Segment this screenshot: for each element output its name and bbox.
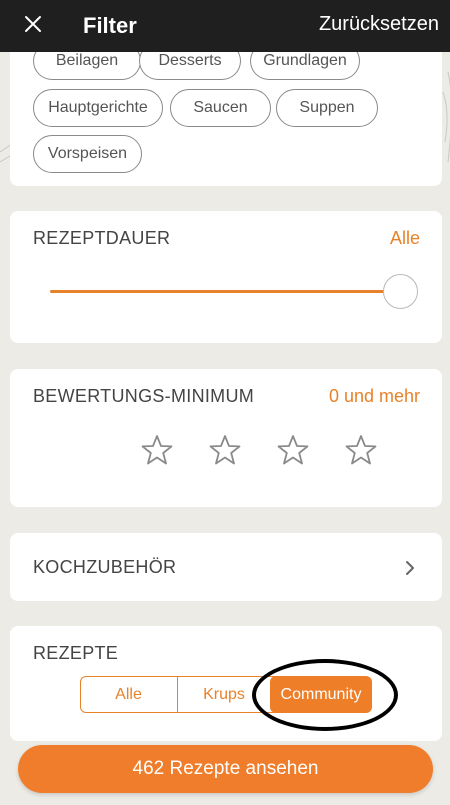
reset-button[interactable]: Zurücksetzen — [319, 13, 439, 36]
star-outline-icon[interactable] — [208, 433, 242, 467]
equipment-row[interactable]: KOCHZUBEHÖR — [10, 533, 442, 601]
chip-hauptgerichte[interactable]: Hauptgerichte — [33, 89, 163, 127]
duration-slider-track[interactable] — [50, 290, 390, 293]
close-icon[interactable] — [22, 13, 44, 35]
highlight-circle — [252, 659, 398, 731]
recipes-card: REZEPTE Alle Krups Community — [10, 626, 442, 741]
equipment-label: KOCHZUBEHÖR — [33, 557, 177, 577]
star-outline-icon[interactable] — [344, 433, 378, 467]
top-bar: Filter Zurücksetzen — [0, 0, 450, 52]
segment-alle[interactable]: Alle — [80, 676, 177, 713]
rating-card: BEWERTUNGS-MINIMUM 0 und mehr — [10, 369, 442, 507]
duration-value: Alle — [389, 228, 420, 248]
duration-label: REZEPTDAUER — [33, 228, 171, 248]
duration-card: REZEPTDAUER Alle — [10, 211, 442, 343]
recipes-label: REZEPTE — [33, 643, 119, 663]
chip-suppen[interactable]: Suppen — [276, 89, 378, 127]
category-card: Beilagen Desserts Grundlagen Hauptgerich… — [10, 40, 442, 186]
duration-slider-thumb[interactable] — [383, 274, 418, 309]
page-title: Filter — [83, 13, 137, 38]
star-outline-icon[interactable] — [276, 433, 310, 467]
chip-saucen[interactable]: Saucen — [170, 89, 271, 127]
rating-label: BEWERTUNGS-MINIMUM — [33, 386, 255, 406]
show-recipes-button[interactable]: 462 Rezepte ansehen — [18, 745, 433, 793]
chevron-right-icon — [406, 561, 414, 575]
star-outline-icon[interactable] — [140, 433, 174, 467]
chip-vorspeisen[interactable]: Vorspeisen — [33, 135, 142, 173]
rating-value: 0 und mehr — [328, 386, 420, 406]
